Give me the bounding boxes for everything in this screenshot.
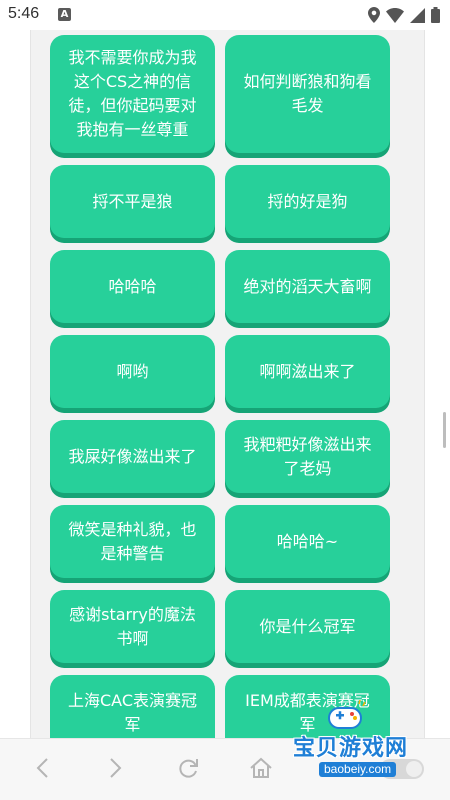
- toggle-knob: [406, 761, 422, 777]
- scrollbar-thumb[interactable]: [443, 412, 446, 448]
- sound-button[interactable]: 你是什么冠军: [225, 590, 390, 663]
- sound-button[interactable]: 我不需要你成为我这个CS之神的信徒，但你起码要对我抱有一丝尊重: [50, 35, 215, 153]
- home-button[interactable]: [246, 753, 276, 783]
- battery-icon: [431, 7, 440, 23]
- refresh-button[interactable]: [173, 753, 203, 783]
- back-icon: [36, 758, 48, 778]
- forward-icon: [110, 758, 122, 778]
- sound-button[interactable]: 哈哈哈: [50, 250, 215, 323]
- sound-button[interactable]: 捋的好是狗: [225, 165, 390, 238]
- webpage-content: 我不需要你成为我这个CS之神的信徒，但你起码要对我抱有一丝尊重 如何判断狼和狗看…: [30, 30, 425, 738]
- sound-button[interactable]: 绝对的滔天大畜啊: [225, 250, 390, 323]
- cellular-signal-icon: [410, 7, 425, 23]
- phone-screen: 5:46 A 我不需要你成为我这个CS之神的信徒，但你起码要对我抱有一丝尊重 如…: [0, 0, 450, 800]
- sound-button[interactable]: 捋不平是狼: [50, 165, 215, 238]
- sound-button[interactable]: 我粑粑好像滋出来了老妈: [225, 420, 390, 493]
- home-icon: [250, 757, 272, 778]
- back-button[interactable]: [27, 753, 57, 783]
- notification-app-icon: A: [58, 8, 71, 21]
- sound-button[interactable]: 上海CAC表演赛冠军: [50, 675, 215, 738]
- toggle-switch[interactable]: [380, 759, 424, 779]
- sound-button[interactable]: 如何判断狼和狗看毛发: [225, 35, 390, 153]
- page-edge: [30, 30, 31, 738]
- sound-button-grid: 我不需要你成为我这个CS之神的信徒，但你起码要对我抱有一丝尊重 如何判断狼和狗看…: [50, 35, 390, 738]
- sound-button[interactable]: 我屎好像滋出来了: [50, 420, 215, 493]
- status-time: 5:46: [8, 5, 40, 22]
- forward-button[interactable]: [101, 753, 131, 783]
- sound-button[interactable]: 感谢starry的魔法书啊: [50, 590, 215, 663]
- sound-button[interactable]: 哈哈哈~: [225, 505, 390, 578]
- status-indicators: [368, 7, 440, 23]
- sound-button[interactable]: 啊哟: [50, 335, 215, 408]
- sound-button[interactable]: IEM成都表演赛冠军: [225, 675, 390, 738]
- browser-bottom-bar: [0, 738, 450, 800]
- status-bar: 5:46 A: [0, 0, 450, 30]
- wifi-icon: [386, 7, 404, 23]
- sound-button[interactable]: 啊啊滋出来了: [225, 335, 390, 408]
- page-edge: [424, 30, 425, 738]
- refresh-icon: [179, 759, 198, 778]
- location-icon: [368, 7, 380, 23]
- sound-button[interactable]: 微笑是种礼貌，也是种警告: [50, 505, 215, 578]
